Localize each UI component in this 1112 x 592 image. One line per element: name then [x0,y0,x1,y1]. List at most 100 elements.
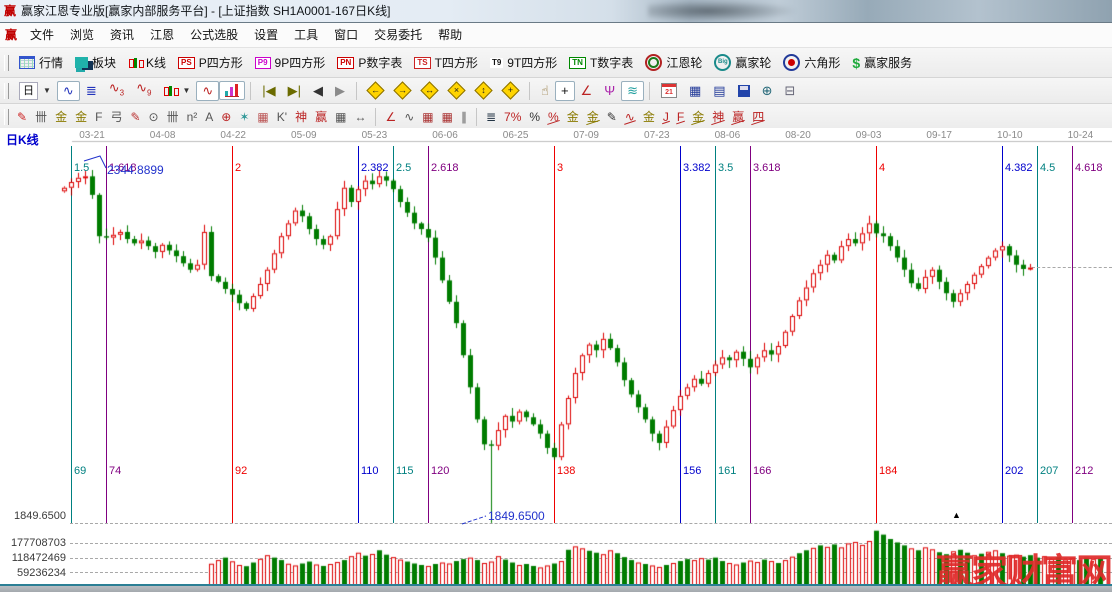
gold-line-icon[interactable]: 金 [583,107,603,127]
n-square-icon[interactable]: n² [183,107,202,127]
shen-angle-icon[interactable]: 神 [708,107,728,127]
si-angle-icon[interactable]: 四 [748,107,768,127]
calendar-button[interactable]: 21 [655,80,683,101]
red-grid-icon[interactable]: ▦ [418,107,437,127]
zigzag-blue-icon[interactable]: ∿ [56,80,80,101]
wave-9-icon[interactable]: ∿9 [130,78,157,104]
sectors-button[interactable]: 板块 [69,51,122,74]
percent-icon[interactable]: % [525,107,544,127]
f-angle-icon[interactable]: F [673,107,688,127]
width-arrows-icon[interactable]: ↔ [350,107,370,127]
pen2-tool-icon[interactable]: ✎ [126,107,144,127]
skip-to-start-button[interactable]: |◀ [256,81,281,101]
toolbar-grip[interactable] [4,54,9,71]
angle-measure-button[interactable]: ∠ [575,81,599,101]
zigzag-tool-icon[interactable]: ∿ [400,107,418,127]
diamond-right-icon[interactable]: → [389,80,416,101]
kline-chart-canvas[interactable] [0,128,1112,592]
hand-tool-button[interactable]: ☝ [535,81,555,101]
ying-angle-icon[interactable]: 赢 [728,107,748,127]
gold-grid-icon-glyph: 金 [55,109,68,124]
wave-channel-icon[interactable]: ∿ [621,107,639,127]
parallel-lines-icon[interactable]: ∥ [457,107,471,127]
menu-item-2[interactable]: 资讯 [102,23,142,47]
seven-pct-icon[interactable]: 7% [500,107,525,127]
menu-item-6[interactable]: 工具 [286,23,326,47]
gold-circle-icon[interactable]: 金 [563,107,583,127]
candle-type-dropdown[interactable]: ▼ [157,81,196,100]
t-number-table-button[interactable]: TN T数字表 [563,51,639,74]
winner-wheel-button[interactable]: Big 赢家轮 [708,51,777,74]
diamond-collapse-icon[interactable]: × [443,80,470,101]
grid-box-icon[interactable]: ▦ [253,107,272,127]
percent-line-icon[interactable]: % [544,107,563,127]
pattern-teal-button[interactable]: ≋ [621,80,644,101]
star-grid-icon[interactable]: ✶ [235,107,253,127]
sorted-histogram-icon[interactable] [219,81,246,100]
remote-computer-button[interactable]: ⊟ [778,81,801,101]
shen-grid-icon[interactable]: 神 [291,107,311,127]
diamond-expand-icon[interactable]: + [497,80,524,101]
network-button[interactable]: ⊕ [756,81,779,101]
step-back-button[interactable]: ◀ [307,81,329,101]
gold-grid2-icon[interactable]: 金 [71,107,91,127]
comb2-icon[interactable]: 卌 [163,107,183,127]
save-button[interactable] [732,82,756,100]
grid-comb-icon[interactable]: 卌 [31,107,51,127]
j-angle-icon[interactable]: J [659,107,673,127]
toolbar-grip[interactable] [4,108,9,125]
skip-to-end-button[interactable]: ▶| [282,81,307,101]
menu-item-0[interactable]: 文件 [22,23,62,47]
info-note-icon[interactable]: ≣ [80,81,103,101]
p-square-button[interactable]: PS P四方形 [172,51,249,74]
diamond-vrange-icon[interactable]: ↕ [470,80,497,101]
gann-clock-icon[interactable]: ⊙ [145,107,163,127]
a-slash-icon[interactable]: A [201,107,217,127]
level-bars-icon[interactable]: ≣ [482,107,500,127]
menu-item-7[interactable]: 窗口 [326,23,366,47]
ying-grid-icon[interactable]: 赢 [311,107,331,127]
gold-grid2-icon-glyph: 金 [75,109,88,124]
zigzag-red-icon[interactable]: ∿ [196,80,220,101]
wave-3-icon[interactable]: ∿3 [103,78,130,104]
title-bar[interactable]: 赢赢家江恩专业版[赢家内部服务平台] - [上证指数 SH1A0001-167日… [0,0,1112,23]
gold-angle-icon[interactable]: 金 [688,107,708,127]
menu-item-9[interactable]: 帮助 [430,23,470,47]
gann-crown-button[interactable]: Ψ [598,81,621,101]
circle-cross-icon[interactable]: ⊕ [217,107,235,127]
toolbar-grip[interactable] [4,82,9,99]
grid-123-icon[interactable]: ▦ [331,107,350,127]
kline-button[interactable]: K线 [122,51,172,74]
menu-item-4[interactable]: 公式选股 [182,23,246,47]
dropdown-caret-icon: ▼ [182,86,191,95]
9t-square-button[interactable]: T9 9T四方形 [484,51,563,74]
p-number-table-button[interactable]: PN P数字表 [331,51,408,74]
step-forward-button[interactable]: ▶ [329,81,351,101]
pen3-tool-icon[interactable]: ✎ [603,107,621,127]
pen-tool-icon[interactable]: ✎ [13,107,31,127]
k-tick-icon[interactable]: K' [273,107,291,127]
f-grid-icon[interactable]: F [91,107,106,127]
crosshair-button[interactable]: + [554,80,575,101]
red-grid2-icon[interactable]: ▦ [438,107,457,127]
gold2-icon[interactable]: 金 [639,107,659,127]
menu-item-3[interactable]: 江恩 [142,23,182,47]
menu-item-1[interactable]: 浏览 [62,23,102,47]
date-tick-06-06: 06-06 [432,130,458,141]
hexagon-button[interactable]: 六角形 [777,51,846,74]
t-square-button[interactable]: TS T四方形 [408,51,484,74]
quotes-button[interactable]: 行情 [13,51,69,74]
gold-grid-icon[interactable]: 金 [51,107,71,127]
spiral-icon[interactable]: 弓 [106,107,126,127]
period-day-dropdown[interactable]: 日 ▼ [13,79,57,103]
winner-service-button[interactable]: $ 赢家服务 [846,51,918,74]
calculator-button[interactable]: ▦ [683,81,707,101]
menu-item-8[interactable]: 交易委托 [366,23,430,47]
menu-item-5[interactable]: 设置 [246,23,286,47]
gann-wheel-button[interactable]: 江恩轮 [639,51,708,74]
diamond-hrange-icon[interactable]: ↔ [416,80,443,101]
angle-rays-icon[interactable]: ∠ [381,107,400,127]
9p-square-button[interactable]: P9 9P四方形 [249,51,331,74]
diamond-left-icon[interactable]: ← [362,80,389,101]
notes-button[interactable]: ▤ [707,81,731,101]
